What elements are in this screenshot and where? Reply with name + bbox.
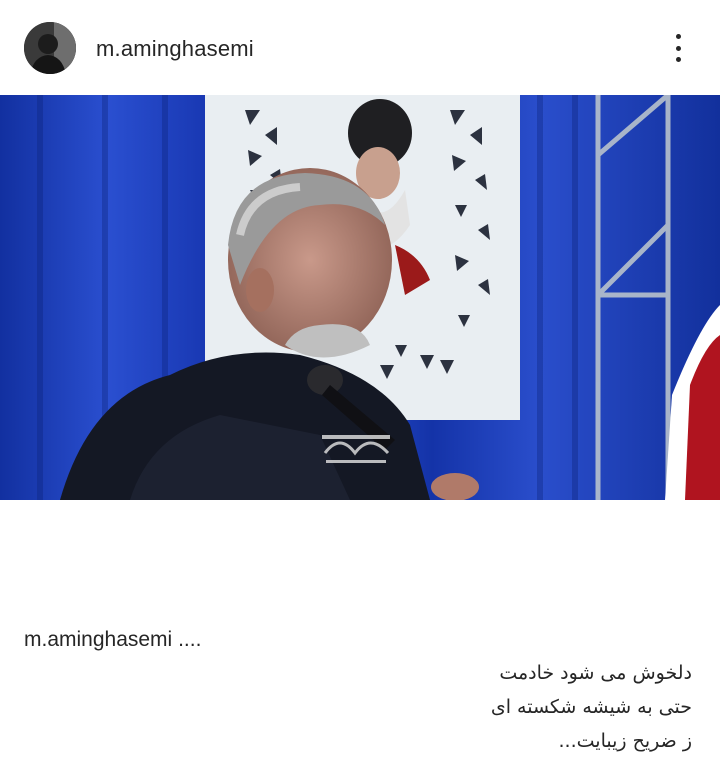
caption-text: دلخوش می شود خادمت حتی به شیشه شکسته ای … — [491, 656, 692, 758]
caption-username[interactable]: m.aminghasemi — [24, 628, 172, 651]
video-frame — [0, 95, 720, 500]
caption-line-3: ز ضریح زیبایت... — [558, 730, 692, 752]
avatar[interactable] — [24, 22, 76, 74]
post-header: m.aminghasemi — [0, 0, 720, 95]
caption-line-1: دلخوش می شود خادمت — [499, 662, 692, 684]
post-video[interactable] — [0, 95, 720, 500]
caption-ellipsis: .... — [178, 628, 202, 651]
avatar-image — [24, 22, 76, 74]
caption-line-2: حتی به شیشه شکسته ای — [490, 696, 692, 718]
caption-header: m.aminghasemi .... — [24, 628, 201, 652]
more-vertical-icon[interactable] — [664, 30, 692, 66]
post-username[interactable]: m.aminghasemi — [96, 36, 254, 62]
